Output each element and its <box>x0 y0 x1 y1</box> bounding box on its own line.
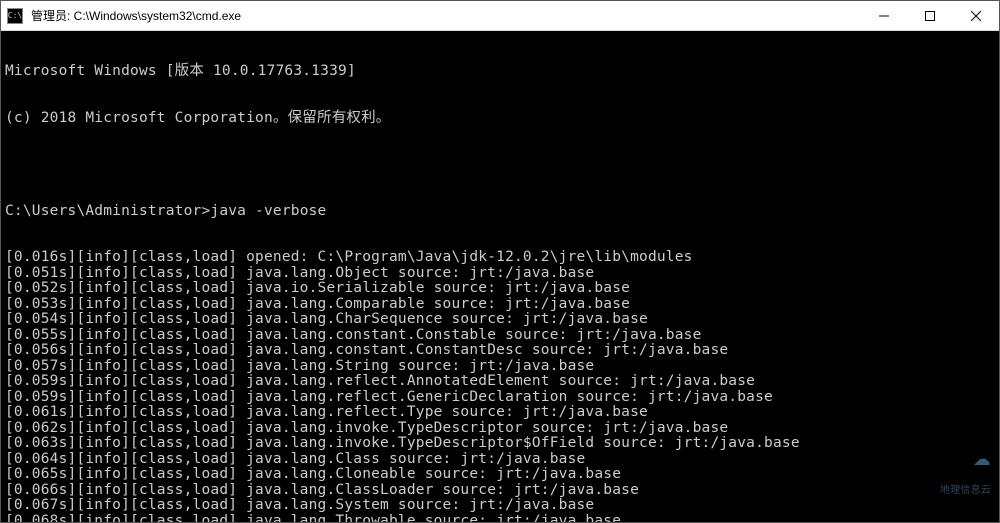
log-line: [0.059s][info][class,load] java.lang.ref… <box>5 374 995 390</box>
prompt-line: C:\Users\Administrator>java -verbose <box>5 204 995 220</box>
log-line: [0.067s][info][class,load] java.lang.Sys… <box>5 498 995 514</box>
log-line: [0.064s][info][class,load] java.lang.Cla… <box>5 452 995 468</box>
log-line: [0.065s][info][class,load] java.lang.Clo… <box>5 467 995 483</box>
log-lines-container: [0.016s][info][class,load] opened: C:\Pr… <box>5 250 995 522</box>
command-text: java -verbose <box>210 203 326 219</box>
log-line: [0.061s][info][class,load] java.lang.ref… <box>5 405 995 421</box>
log-line: [0.059s][info][class,load] java.lang.ref… <box>5 390 995 406</box>
titlebar[interactable]: C:\ 管理员: C:\Windows\system32\cmd.exe <box>1 1 999 31</box>
maximize-icon <box>925 11 935 21</box>
minimize-button[interactable] <box>861 1 907 30</box>
log-line: [0.062s][info][class,load] java.lang.inv… <box>5 421 995 437</box>
cmd-icon-label: C:\ <box>8 12 22 20</box>
log-line: [0.052s][info][class,load] java.io.Seria… <box>5 281 995 297</box>
close-icon <box>971 11 981 21</box>
window-controls <box>861 1 999 30</box>
banner-line: Microsoft Windows [版本 10.0.17763.1339] <box>5 64 995 80</box>
prompt: C:\Users\Administrator> <box>5 203 210 219</box>
blank-line <box>5 157 995 173</box>
log-line: [0.056s][info][class,load] java.lang.con… <box>5 343 995 359</box>
log-line: [0.055s][info][class,load] java.lang.con… <box>5 328 995 344</box>
log-line: [0.068s][info][class,load] java.lang.Thr… <box>5 514 995 523</box>
close-button[interactable] <box>953 1 999 30</box>
cmd-window: C:\ 管理员: C:\Windows\system32\cmd.exe Mic… <box>0 0 1000 523</box>
log-line: [0.051s][info][class,load] java.lang.Obj… <box>5 266 995 282</box>
log-line: [0.066s][info][class,load] java.lang.Cla… <box>5 483 995 499</box>
log-line: [0.053s][info][class,load] java.lang.Com… <box>5 297 995 313</box>
log-line: [0.063s][info][class,load] java.lang.inv… <box>5 436 995 452</box>
maximize-button[interactable] <box>907 1 953 30</box>
log-line: [0.016s][info][class,load] opened: C:\Pr… <box>5 250 995 266</box>
window-title: 管理员: C:\Windows\system32\cmd.exe <box>29 7 861 24</box>
banner-line: (c) 2018 Microsoft Corporation。保留所有权利。 <box>5 111 995 127</box>
cmd-icon: C:\ <box>7 8 23 24</box>
log-line: [0.057s][info][class,load] java.lang.Str… <box>5 359 995 375</box>
log-line: [0.054s][info][class,load] java.lang.Cha… <box>5 312 995 328</box>
minimize-icon <box>879 11 889 21</box>
terminal-output[interactable]: Microsoft Windows [版本 10.0.17763.1339] (… <box>1 31 999 522</box>
